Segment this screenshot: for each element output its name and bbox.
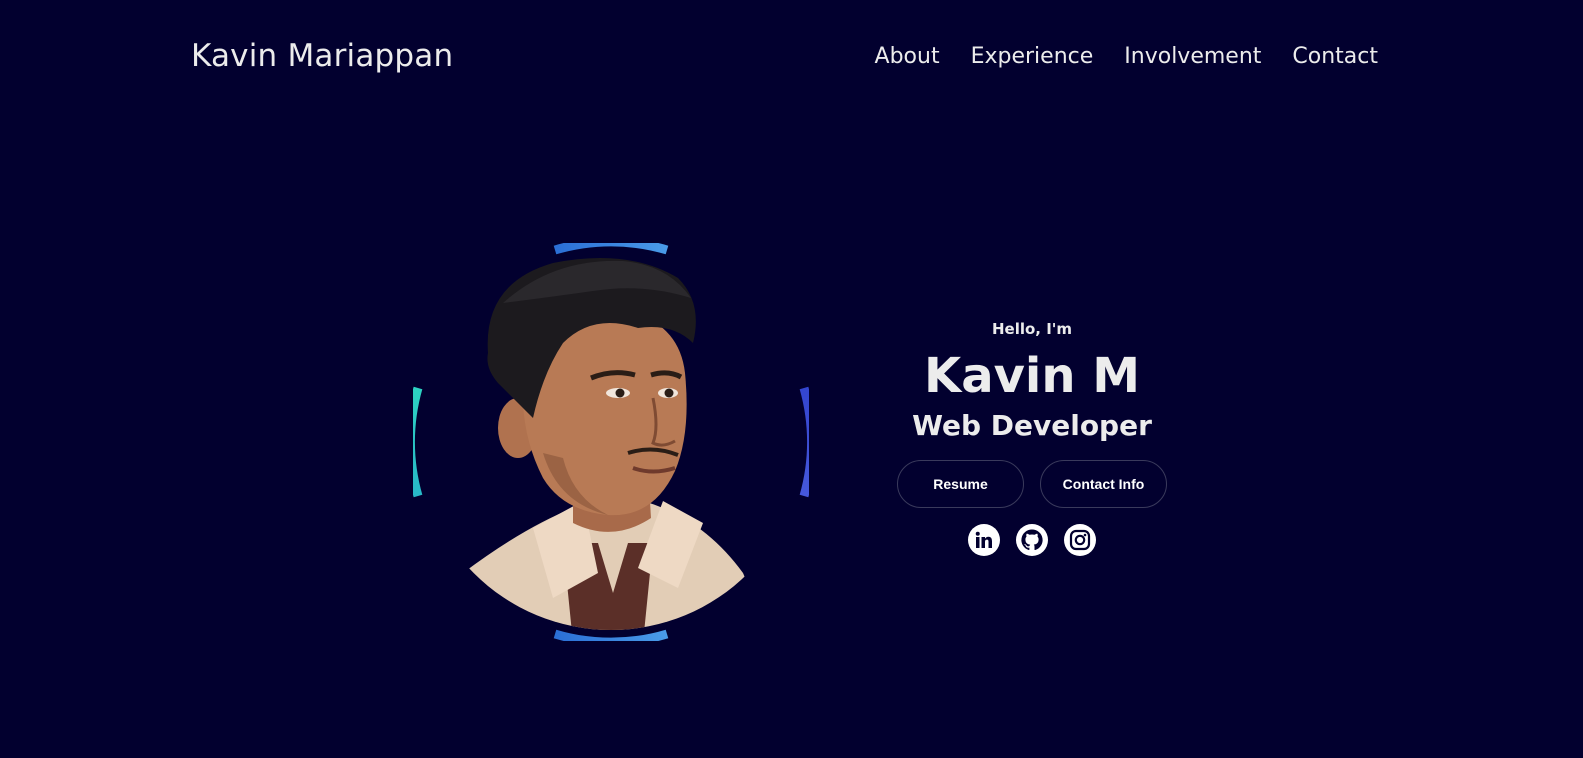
linkedin-icon (975, 531, 992, 548)
hero-name: Kavin M (924, 348, 1140, 404)
page: Kavin Mariappan About Experience Involve… (0, 0, 1583, 758)
greeting-text: Hello, I'm (991, 320, 1073, 338)
github-link[interactable] (1016, 524, 1048, 556)
social-links (872, 524, 1192, 556)
ring-top-arc (553, 243, 669, 255)
hero-intro: Hello, I'm Kavin M Web Developer Resume … (872, 318, 1192, 556)
hero-role: Web Developer (912, 409, 1152, 442)
profile-photo (413, 243, 809, 641)
nav-experience[interactable]: Experience (971, 44, 1094, 69)
profile-portrait (413, 243, 809, 641)
nav-involvement[interactable]: Involvement (1124, 44, 1261, 69)
contact-info-button[interactable]: Contact Info (1040, 460, 1167, 508)
site-logo[interactable]: Kavin Mariappan (191, 38, 453, 74)
nav-contact[interactable]: Contact (1292, 44, 1378, 69)
nav-about[interactable]: About (875, 44, 940, 69)
resume-button[interactable]: Resume (897, 460, 1024, 508)
instagram-link[interactable] (1064, 524, 1096, 556)
ring-bottom-arc (553, 629, 669, 641)
github-icon (1021, 529, 1043, 551)
main-nav: About Experience Involvement Contact (875, 44, 1378, 69)
ring-left-arc (413, 386, 423, 498)
linkedin-link[interactable] (968, 524, 1000, 556)
ring-right-arc (799, 386, 809, 498)
instagram-icon (1069, 529, 1091, 551)
hero-buttons: Resume Contact Info (872, 460, 1192, 508)
person-illustration (453, 258, 773, 630)
